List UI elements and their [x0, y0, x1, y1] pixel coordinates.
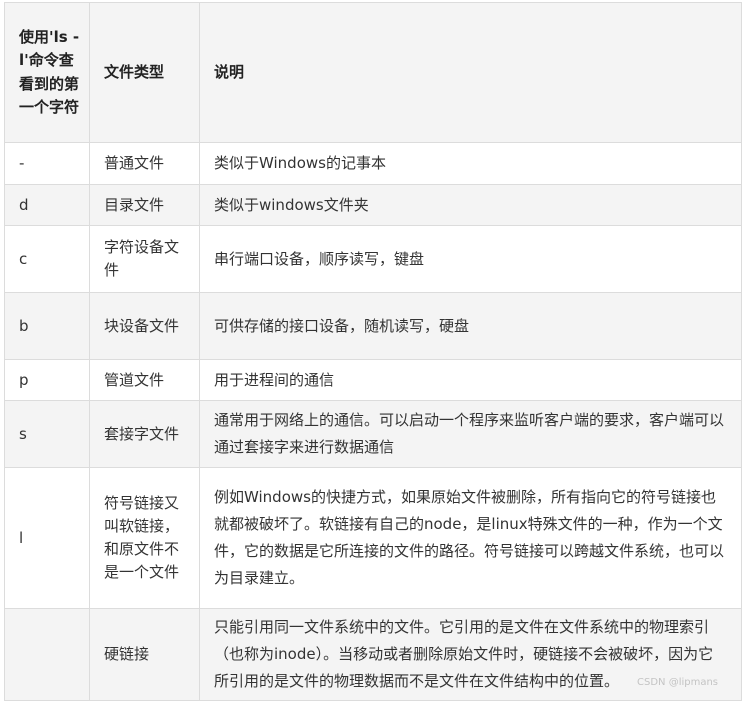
row-file-type: 符号链接又叫软链接，和原文件不是一个文件 [89, 467, 200, 609]
file-type-table: 使用'ls -l'命令查看到的第一个字符 文件类型 说明 - 普通文件 类似于W… [4, 2, 742, 701]
row-char [4, 608, 90, 701]
row-file-type: 普通文件 [89, 142, 200, 185]
header-file-type: 文件类型 [89, 2, 200, 143]
row-description: 可供存储的接口设备，随机读写，硬盘 [199, 292, 742, 360]
row-file-type: 块设备文件 [89, 292, 200, 360]
table-row: 硬链接 只能引用同一文件系统中的文件。它引用的是文件在文件系统中的物理索引（也称… [4, 608, 742, 701]
row-description: 用于进程间的通信 [199, 359, 742, 401]
row-char: l [4, 467, 90, 609]
header-description: 说明 [199, 2, 742, 143]
row-char: s [4, 400, 90, 468]
row-file-type: 目录文件 [89, 184, 200, 226]
table-row: s 套接字文件 通常用于网络上的通信。可以启动一个程序来监听客户端的要求，客户端… [4, 400, 742, 468]
row-description: 例如Windows的快捷方式，如果原始文件被删除，所有指向它的符号链接也就都被破… [199, 467, 742, 609]
row-file-type: 硬链接 [89, 608, 200, 701]
row-file-type: 字符设备文件 [89, 225, 200, 293]
header-first-char: 使用'ls -l'命令查看到的第一个字符 [4, 2, 90, 143]
row-char: d [4, 184, 90, 226]
row-description: 通常用于网络上的通信。可以启动一个程序来监听客户端的要求，客户端可以通过套接字来… [199, 400, 742, 468]
table-row: - 普通文件 类似于Windows的记事本 [4, 142, 742, 185]
table-row: c 字符设备文件 串行端口设备，顺序读写，键盘 [4, 225, 742, 293]
row-description: 类似于Windows的记事本 [199, 142, 742, 185]
row-description: 类似于windows文件夹 [199, 184, 742, 226]
csdn-watermark: CSDN @lipmans [637, 677, 719, 688]
row-file-type: 套接字文件 [89, 400, 200, 468]
table-header-row: 使用'ls -l'命令查看到的第一个字符 文件类型 说明 [4, 2, 742, 143]
row-char: p [4, 359, 90, 401]
row-file-type: 管道文件 [89, 359, 200, 401]
table-row: b 块设备文件 可供存储的接口设备，随机读写，硬盘 [4, 292, 742, 360]
table-row: d 目录文件 类似于windows文件夹 [4, 184, 742, 226]
table-row: l 符号链接又叫软链接，和原文件不是一个文件 例如Windows的快捷方式，如果… [4, 467, 742, 609]
table-row: p 管道文件 用于进程间的通信 [4, 359, 742, 401]
row-char: b [4, 292, 90, 360]
row-description: 串行端口设备，顺序读写，键盘 [199, 225, 742, 293]
row-char: - [4, 142, 90, 185]
row-char: c [4, 225, 90, 293]
